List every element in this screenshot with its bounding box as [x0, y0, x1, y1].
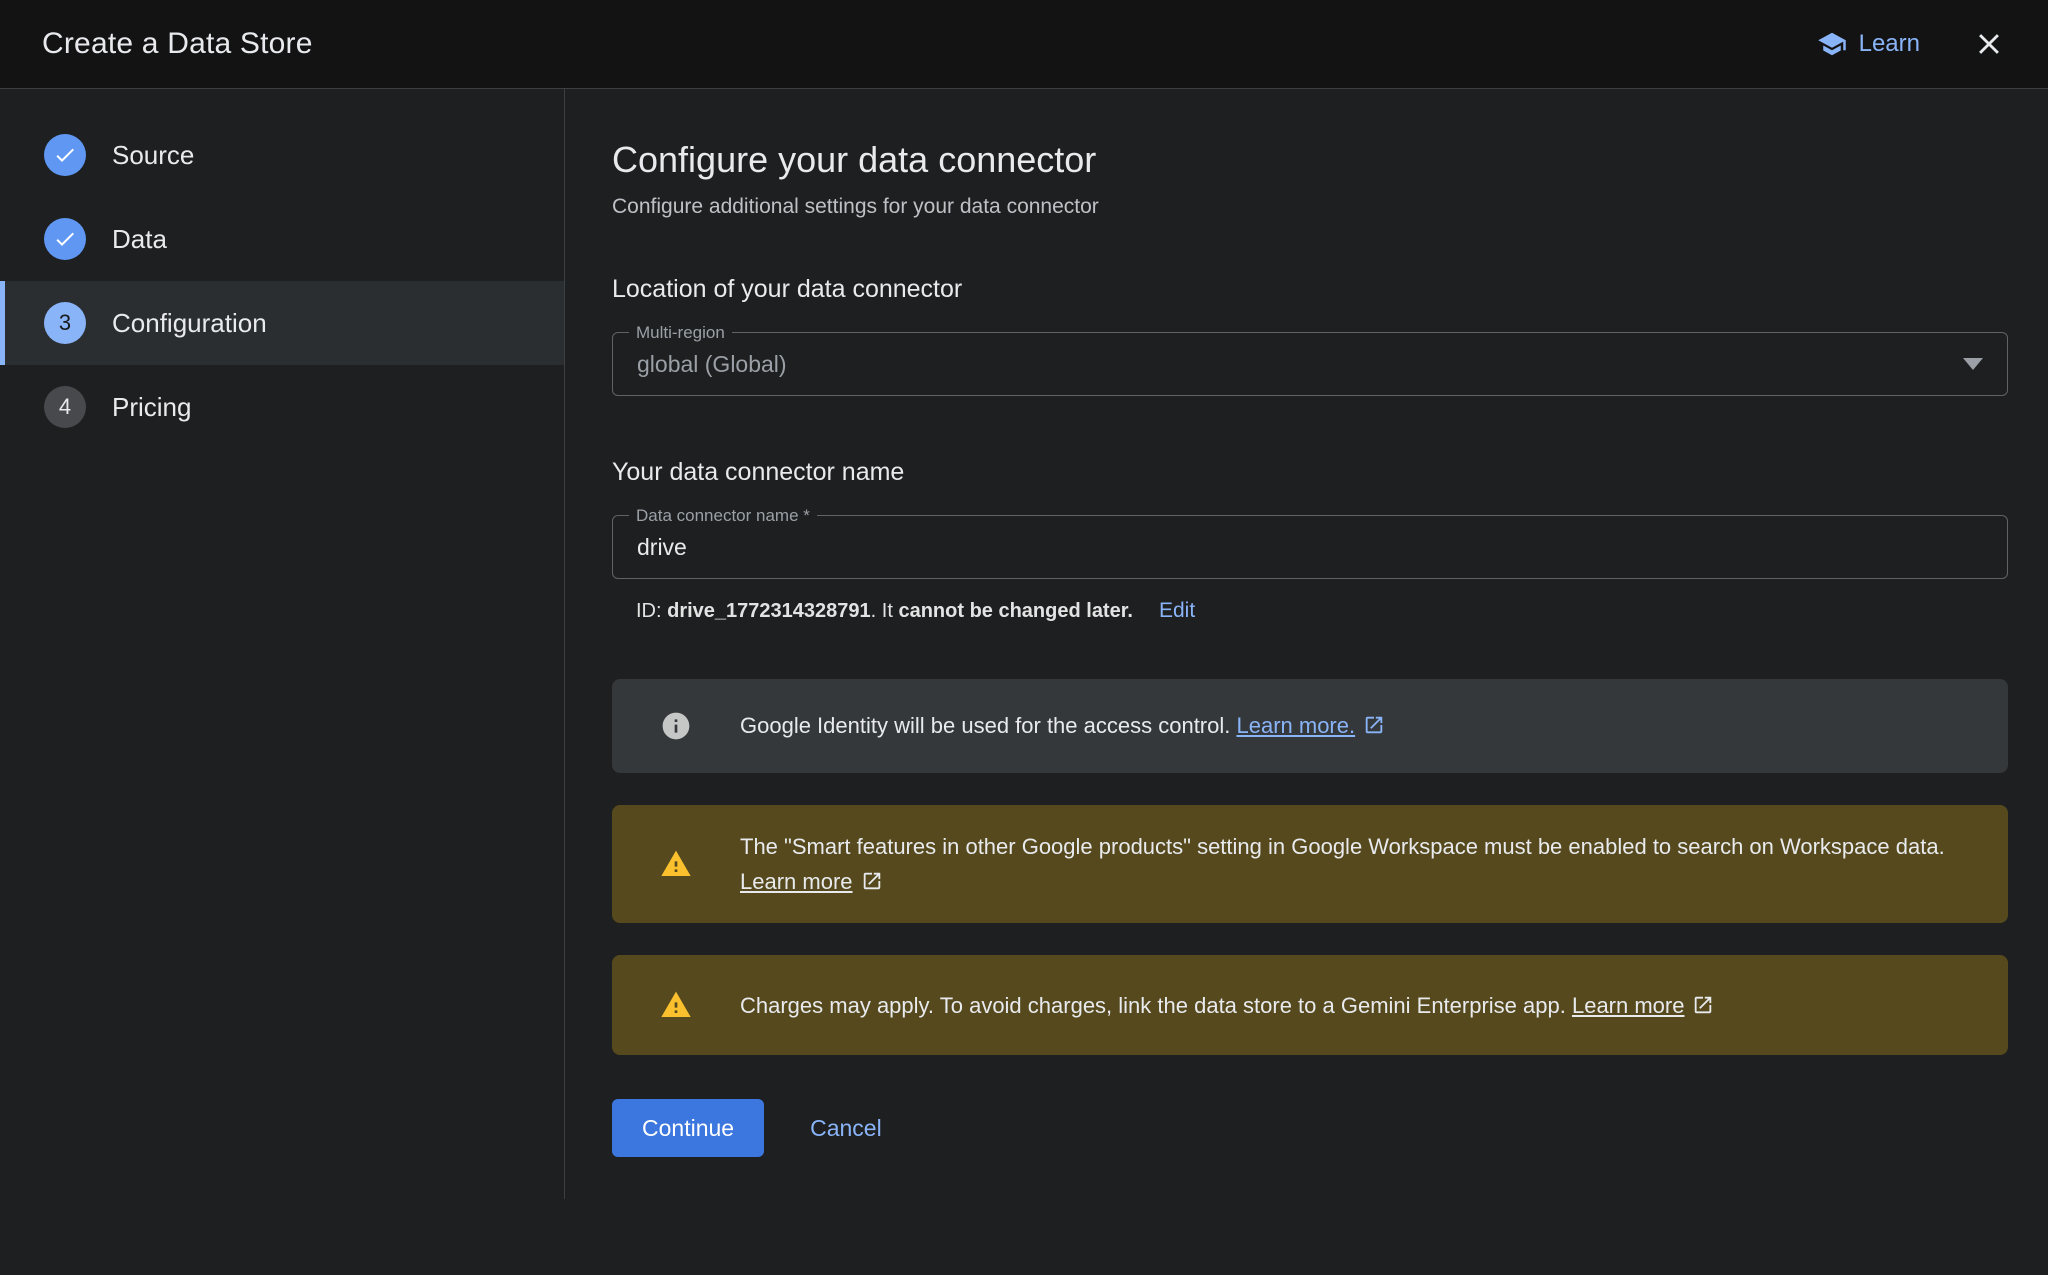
warning-icon	[660, 848, 692, 880]
close-button[interactable]	[1972, 27, 2006, 61]
close-icon	[1972, 27, 2006, 61]
step-number-circle: 4	[44, 386, 86, 428]
warning-text: Charges may apply. To avoid charges, lin…	[740, 993, 1572, 1018]
open-in-new-icon	[1363, 714, 1385, 736]
step-data[interactable]: Data	[0, 197, 564, 281]
connector-id-value: drive_1772314328791	[667, 600, 871, 622]
learn-link[interactable]: Learn	[1817, 29, 1920, 59]
step-label: Configuration	[112, 308, 267, 339]
dialog-actions: Continue Cancel	[612, 1099, 2008, 1157]
step-completed-circle	[44, 134, 86, 176]
info-learn-more-link[interactable]: Learn more.	[1236, 713, 1355, 738]
connector-id-helper: ID: drive_1772314328791. It cannot be ch…	[612, 599, 2008, 623]
step-completed-circle	[44, 218, 86, 260]
info-banner-text: Google Identity will be used for the acc…	[740, 708, 1385, 743]
helper-middle: . It	[871, 600, 899, 622]
step-number-circle: 3	[44, 302, 86, 344]
charges-learn-more-link[interactable]: Learn more	[1572, 993, 1685, 1018]
header-actions: Learn	[1817, 27, 2006, 61]
warning-banner-workspace: The "Smart features in other Google prod…	[612, 805, 2008, 923]
multi-region-value: global (Global)	[613, 351, 811, 378]
check-icon	[53, 143, 77, 167]
step-configuration[interactable]: 3 Configuration	[0, 281, 564, 365]
graduation-cap-icon	[1817, 29, 1847, 59]
configuration-panel: Configure your data connector Configure …	[612, 89, 2008, 1157]
info-text: Google Identity will be used for the acc…	[740, 713, 1236, 738]
workspace-learn-more-link[interactable]: Learn more	[740, 869, 853, 894]
step-label: Source	[112, 140, 194, 171]
step-label: Pricing	[112, 392, 191, 423]
check-icon	[53, 227, 77, 251]
active-step-indicator	[0, 281, 5, 365]
chevron-down-icon	[1963, 358, 1983, 370]
stepper-sidebar: Source Data 3 Configuration 4 Pricing	[0, 89, 565, 1199]
dialog-title: Create a Data Store	[42, 27, 313, 61]
dialog-header: Create a Data Store Learn	[0, 0, 2048, 89]
warning-banner-text: The "Smart features in other Google prod…	[740, 829, 1972, 899]
page-title: Configure your data connector	[612, 139, 2008, 181]
warning-banner-text: Charges may apply. To avoid charges, lin…	[740, 988, 1714, 1023]
warning-banner-charges: Charges may apply. To avoid charges, lin…	[612, 955, 2008, 1055]
continue-button[interactable]: Continue	[612, 1099, 764, 1157]
page-subtitle: Configure additional settings for your d…	[612, 195, 2008, 219]
warning-icon	[660, 989, 692, 1021]
helper-prefix: ID:	[636, 600, 667, 622]
learn-label: Learn	[1859, 30, 1920, 58]
connector-name-field: Data connector name *	[612, 515, 2008, 579]
edit-id-link[interactable]: Edit	[1159, 599, 1195, 622]
warning-text: The "Smart features in other Google prod…	[740, 834, 1945, 859]
multi-region-label: Multi-region	[629, 322, 732, 343]
info-icon	[660, 710, 692, 742]
step-pricing[interactable]: 4 Pricing	[0, 365, 564, 449]
step-label: Data	[112, 224, 167, 255]
open-in-new-icon	[861, 870, 883, 892]
connector-name-label: Data connector name *	[629, 505, 817, 526]
cancel-button[interactable]: Cancel	[810, 1115, 882, 1142]
multi-region-select: Multi-region global (Global)	[612, 332, 2008, 396]
connector-name-input[interactable]	[613, 516, 2007, 578]
info-banner: Google Identity will be used for the acc…	[612, 679, 2008, 773]
name-heading: Your data connector name	[612, 458, 2008, 487]
open-in-new-icon	[1692, 994, 1714, 1016]
location-heading: Location of your data connector	[612, 275, 2008, 304]
helper-emphasis: cannot be changed later.	[898, 600, 1133, 622]
step-source[interactable]: Source	[0, 113, 564, 197]
